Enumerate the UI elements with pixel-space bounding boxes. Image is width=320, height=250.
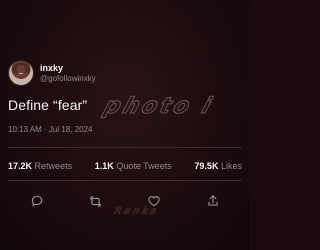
display-name[interactable]: inxky (40, 63, 96, 73)
retweet-button[interactable] (88, 193, 104, 209)
tweet-header: inxky @gofollowinxky (8, 60, 96, 86)
reply-button[interactable] (29, 193, 45, 209)
tweet-text: Define “fear” (8, 97, 88, 113)
like-button[interactable] (146, 193, 162, 209)
tweet-actions (8, 193, 242, 209)
tweet-timestamp[interactable]: 10:13 AM · Jul 18, 2024 (8, 125, 93, 134)
quotes-label: Quote Tweets (116, 161, 172, 171)
likes-count: 79.5K (194, 161, 219, 171)
retweet-icon (90, 195, 102, 207)
screen: inxky @gofollowinxky Define “fear” 10:13… (0, 0, 250, 250)
likes-stat[interactable]: 79.5K Likes (194, 161, 242, 171)
user-handle[interactable]: @gofollowinxky (40, 74, 96, 83)
author-names: inxky @gofollowinxky (40, 63, 96, 83)
tweet-stats: 17.2K Retweets 1.1K Quote Tweets 79.5K L… (8, 161, 242, 171)
watermark-logo: photo i (100, 94, 218, 120)
avatar[interactable] (8, 60, 34, 86)
likes-label: Likes (220, 161, 242, 171)
like-icon (148, 196, 161, 207)
quotes-stat[interactable]: 1.1K Quote Tweets (95, 161, 172, 171)
divider-bottom (8, 180, 242, 181)
share-icon (208, 195, 218, 206)
retweets-stat[interactable]: 17.2K Retweets (8, 161, 72, 171)
reply-icon (32, 195, 43, 207)
quotes-count: 1.1K (94, 161, 114, 171)
retweets-label: Retweets (34, 161, 73, 171)
retweets-count: 17.2K (8, 161, 33, 171)
divider-top (8, 147, 242, 148)
tweet-card: inxky @gofollowinxky Define “fear” 10:13… (0, 0, 250, 250)
share-button[interactable] (205, 193, 221, 209)
